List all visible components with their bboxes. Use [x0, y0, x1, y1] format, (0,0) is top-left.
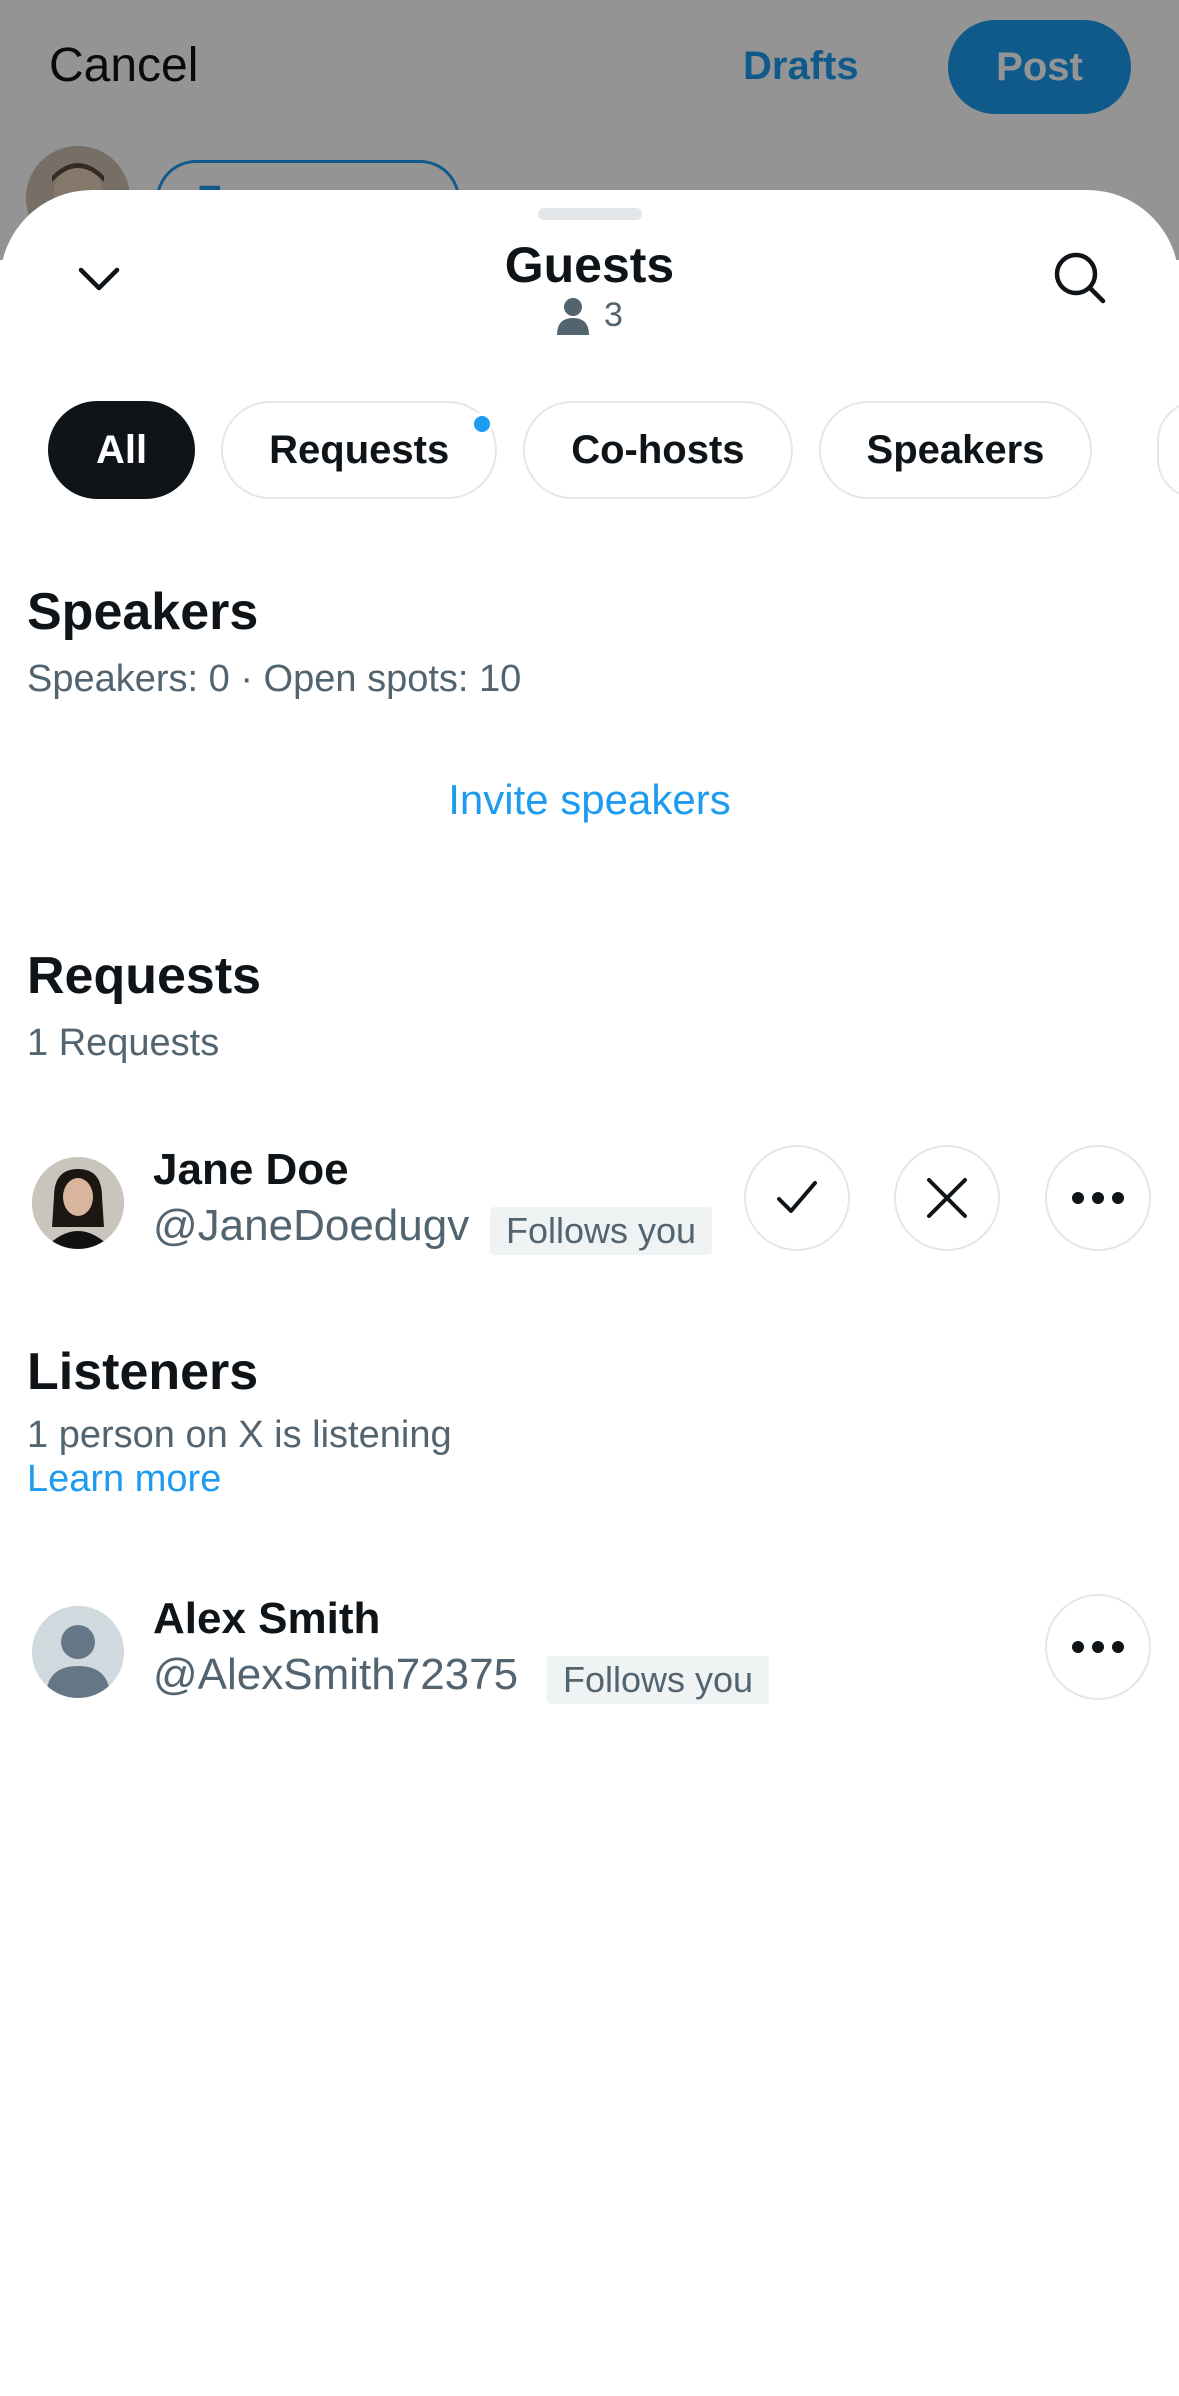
filter-tabs: All Requests Co-hosts Speakers: [48, 401, 1093, 499]
listeners-section-subtitle: 1 person on X is listening: [27, 1414, 452, 1456]
accept-request-button[interactable]: [744, 1145, 850, 1251]
request-row[interactable]: Jane Doe @JaneDoedugv Follows you: [0, 1145, 1179, 1265]
more-options-button[interactable]: [1045, 1594, 1151, 1700]
tab-co-hosts[interactable]: Co-hosts: [523, 401, 793, 499]
tab-requests[interactable]: Requests: [221, 401, 498, 499]
default-avatar-icon: [32, 1606, 124, 1698]
requests-section-subtitle: 1 Requests: [27, 1022, 220, 1064]
user-name: Alex Smith: [153, 1594, 381, 1643]
follows-you-badge: Follows you: [547, 1656, 770, 1704]
notification-dot: [471, 413, 494, 435]
invite-speakers-link[interactable]: Invite speakers: [0, 776, 1179, 824]
sheet-title: Guests: [504, 237, 675, 293]
guest-count: 3: [0, 296, 1179, 335]
listeners-section-title: Listeners: [27, 1343, 259, 1401]
avatar[interactable]: [32, 1606, 124, 1698]
screen: Cancel Drafts Post Everyone Guests: [0, 0, 1179, 2396]
close-icon: [927, 1178, 967, 1218]
tab-co-hosts-label: Co-hosts: [571, 427, 745, 472]
search-button[interactable]: [1040, 238, 1120, 318]
learn-more-link[interactable]: Learn more: [27, 1458, 221, 1501]
more-options-button[interactable]: [1045, 1145, 1151, 1251]
more-horizontal-icon: [1072, 1192, 1124, 1204]
tab-speakers[interactable]: Speakers: [818, 401, 1093, 499]
user-handle: @JaneDoedugv: [153, 1201, 470, 1250]
user-handle: @AlexSmith72375: [153, 1650, 519, 1699]
reject-request-button[interactable]: [894, 1145, 1000, 1251]
tab-all-label: All: [96, 427, 148, 472]
more-horizontal-icon: [1072, 1641, 1124, 1653]
person-icon: [557, 297, 590, 335]
requests-section-title: Requests: [27, 947, 262, 1005]
speakers-section-subtitle: Speakers: 0 · Open spots: 10: [27, 658, 522, 700]
listener-row[interactable]: Alex Smith @AlexSmith72375 Follows you: [0, 1594, 1179, 1714]
sheet-drag-handle[interactable]: [538, 208, 642, 220]
user-name: Jane Doe: [153, 1145, 349, 1194]
tab-requests-label: Requests: [269, 427, 450, 472]
guest-count-value: 3: [604, 296, 623, 334]
speakers-section-title: Speakers: [27, 583, 259, 641]
tab-all[interactable]: All: [48, 401, 196, 499]
avatar[interactable]: [32, 1157, 124, 1249]
tab-speakers-label: Speakers: [866, 427, 1045, 472]
guests-sheet: Guests 3 All Requests Co-hosts Speakers …: [0, 190, 1179, 2396]
tab-next-partial[interactable]: [1157, 401, 1179, 499]
follows-you-badge: Follows you: [490, 1207, 713, 1255]
checkmark-icon: [777, 1181, 817, 1213]
search-icon: [1054, 252, 1106, 304]
